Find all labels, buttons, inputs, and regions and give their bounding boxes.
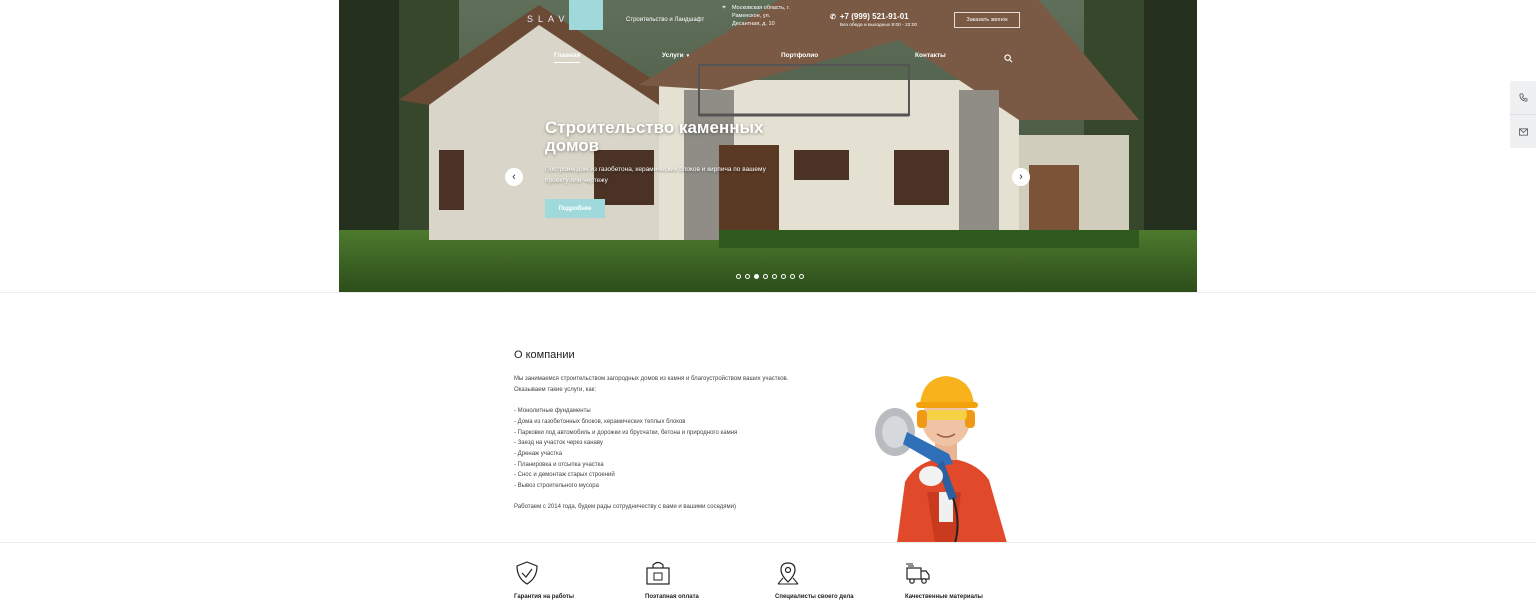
about-list-item: - Вывоз строительного мусора [514,483,599,490]
header-address: ⌖ Московская область, г. Раменское, ул. … [722,4,790,28]
slide-title: Строительство каменных домов [545,118,764,155]
chevron-right-icon: › [1019,171,1023,183]
side-phone-button[interactable] [1510,81,1536,115]
more-button[interactable]: Подробнее [545,199,605,218]
feature-label: Гарантия на работы [514,594,574,600]
map-pin-icon: ⌖ [722,4,726,11]
slider-dot-active[interactable] [754,274,759,279]
section-divider [0,542,1536,543]
about-section: О компании Мы занимаемся строительством … [514,349,844,510]
feature-label: Поэтапная оплата [645,594,699,600]
slider-dot[interactable] [781,274,786,279]
about-list-item: - Планировка и отсыпка участка [514,461,604,468]
shield-check-icon [516,561,538,585]
phone-number: +7 (999) 521-91-01 [839,12,909,21]
slider-dot[interactable] [772,274,777,279]
slide-text: Построим дом из газобетона, керамических… [545,166,766,184]
about-text: Мы занимаемся строительством загородных … [514,374,844,513]
feature-item: Качественные материалы [905,560,983,600]
features-row: Гарантия на работы Поэтапная оплата Спец… [0,560,1536,604]
about-list-item: - Парковки под автомобиль и дорожки из б… [514,429,738,436]
about-list-item: - Заезд на участок через канаву [514,440,603,447]
about-line: Мы занимаемся строительством загородных … [514,376,789,382]
nav-item-portfolio[interactable]: Портфолио [781,52,818,59]
main-nav: Главная Услуги ▾ Портфолио Контакты [339,49,1197,65]
feature-item: Гарантия на работы [514,560,574,600]
shopping-bag-icon [646,561,670,585]
nav-item-contacts[interactable]: Контакты [915,52,946,59]
about-list-item: - Дренаж участка [514,450,563,457]
about-line [514,492,844,503]
worker-image [875,376,1007,543]
section-divider [0,292,1536,293]
feature-label: Качественные материалы [905,594,983,600]
nav-item-home[interactable]: Главная [554,52,581,63]
search-icon[interactable] [1004,50,1013,68]
phone-icon [1518,93,1528,102]
site-logo[interactable]: SLAVS [513,0,603,30]
feature-item: Поэтапная оплата [645,560,699,600]
chevron-down-icon: ▾ [686,53,690,59]
slider-pagination [736,274,804,279]
working-hours: Без обеда и выходных 8:00 - 22:00 [840,23,918,28]
slider-dot[interactable] [745,274,750,279]
header-phone[interactable]: ✆ +7 (999) 521-91-01 [830,12,909,21]
address-text: Московская область, г. Раменское, ул. Де… [732,5,790,27]
side-contact-widget [1510,81,1536,148]
slider-dot[interactable] [790,274,795,279]
delivery-truck-icon [906,563,930,584]
chevron-left-icon: ‹ [512,171,516,183]
nav-item-services-label: Услуги [662,52,684,59]
slider-next-button[interactable]: › [1012,168,1030,186]
map-pin-icon [777,562,799,585]
slider-dot[interactable] [763,274,768,279]
slider-prev-button[interactable]: ‹ [505,168,523,186]
about-list-item: - Монолитные фундаменты [514,408,591,415]
feature-label: Специалисты своего дела [775,594,854,600]
feature-item: Специалисты своего дела [775,560,854,600]
about-title: О компании [514,349,575,361]
phone-icon: ✆ [830,14,836,21]
slider-dot[interactable] [736,274,741,279]
side-mail-button[interactable] [1510,115,1536,148]
slider-dot[interactable] [799,274,804,279]
about-line: Работаем с 2014 года, будем рады сотрудн… [514,504,737,511]
nav-item-services[interactable]: Услуги ▾ [662,52,689,59]
site-tagline: Строительство и Ландшафт [626,17,705,23]
about-list-item: - Дома из газобетонных блоков, керамичес… [514,418,686,425]
about-line [514,395,844,406]
mail-icon [1518,127,1528,136]
callback-button[interactable]: Заказать звонок [954,12,1020,28]
hero-slider: SLAVS Строительство и Ландшафт ⌖ Московс… [339,0,1197,292]
about-line: Оказываем такие услуги, как: [514,386,597,393]
about-list-item: - Снос и демонтаж старых строений [514,472,615,479]
logo-mark [569,0,603,30]
